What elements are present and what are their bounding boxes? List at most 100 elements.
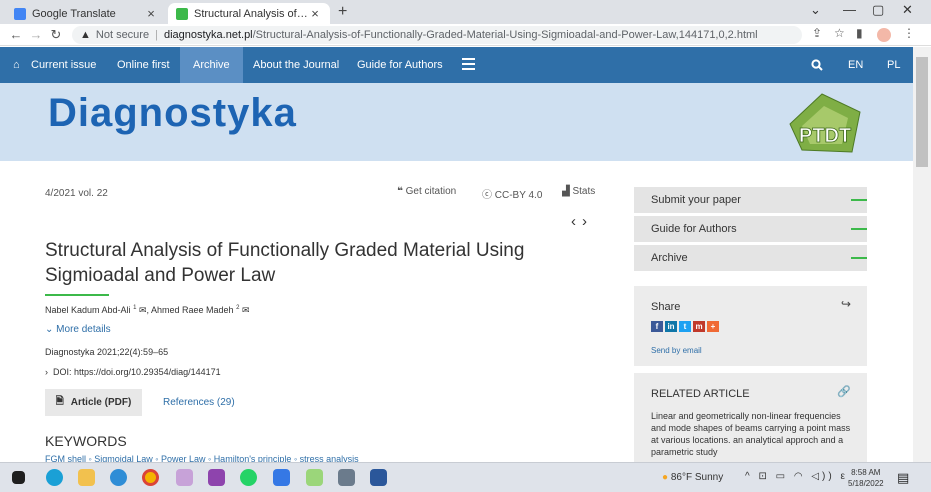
- reload-button[interactable]: ↻: [46, 27, 66, 43]
- share-icon[interactable]: ⇪: [812, 26, 822, 40]
- references-tab[interactable]: References (29): [163, 397, 235, 408]
- facebook-icon[interactable]: f: [651, 321, 663, 332]
- notifications-icon[interactable]: ▤: [897, 470, 909, 486]
- whatsapp-icon[interactable]: [240, 469, 257, 486]
- tab-google-translate[interactable]: Google Translate ×: [6, 3, 166, 24]
- linkedin-icon[interactable]: in: [665, 321, 677, 332]
- lang-pl[interactable]: PL: [887, 47, 900, 83]
- previous-article-icon[interactable]: ‹: [571, 213, 582, 230]
- mail-icon[interactable]: ✉: [139, 305, 147, 315]
- google-translate-icon: [14, 7, 26, 20]
- system-clock[interactable]: 8:58 AM 5/18/2022: [848, 467, 884, 489]
- back-button[interactable]: ←: [6, 27, 26, 42]
- address-bar-row: ← → ↻ ▲ Not secure | diagnostyka.net.pl …: [0, 24, 931, 46]
- sun-icon: ●: [662, 472, 669, 483]
- security-label: Not secure: [95, 29, 150, 41]
- onenote-icon[interactable]: [208, 469, 225, 486]
- doi-line[interactable]: › DOI: https://doi.org/10.29354/diag/144…: [45, 367, 221, 377]
- messenger-icon[interactable]: [273, 469, 290, 486]
- minimize-button[interactable]: —: [843, 2, 856, 17]
- site-navigation: ⌂ Current issue Online first Archive Abo…: [0, 47, 913, 83]
- author-name[interactable]: Nabel Kadum Abd-Ali: [45, 305, 131, 315]
- nav-current-issue[interactable]: Current issue: [31, 47, 96, 83]
- link-icon[interactable]: 🔗: [837, 385, 851, 398]
- related-title: RELATED ARTICLE: [651, 388, 750, 400]
- system-tray-icons[interactable]: ^ ⊡ ▭ ◠ ◁)) ε: [745, 471, 848, 482]
- share-icons: f in t m +: [651, 321, 719, 332]
- notepad-icon[interactable]: [306, 469, 323, 486]
- keyword-link[interactable]: Sigmoidal Law: [94, 454, 153, 462]
- keyword-link[interactable]: Hamilton's principle: [214, 454, 292, 462]
- hamburger-menu-icon[interactable]: [462, 58, 475, 70]
- new-tab-button[interactable]: +: [338, 3, 347, 21]
- keyword-link[interactable]: Power Law: [161, 454, 206, 462]
- sidebar-link-label: Submit your paper: [651, 194, 741, 206]
- twitter-icon[interactable]: t: [679, 321, 691, 332]
- share-panel: Share ↪ f in t m + Send by email: [634, 286, 867, 366]
- mendeley-icon[interactable]: m: [693, 321, 705, 332]
- chrome-icon[interactable]: [142, 469, 159, 486]
- stats-button[interactable]: ▟ Stats: [562, 186, 595, 197]
- pdf-button-label: Article (PDF): [70, 397, 132, 408]
- close-window-button[interactable]: ✕: [902, 2, 913, 18]
- forward-button[interactable]: →: [26, 27, 46, 42]
- nav-online-first[interactable]: Online first: [117, 47, 170, 83]
- quote-icon: ❝: [397, 186, 403, 197]
- share-arrow-icon[interactable]: ↪: [841, 297, 851, 311]
- share-title: Share: [651, 301, 681, 313]
- paint-icon[interactable]: [176, 469, 193, 486]
- word-icon[interactable]: [370, 469, 387, 486]
- warning-icon: ▲: [80, 29, 91, 41]
- search-icon[interactable]: [811, 47, 823, 83]
- author-affiliation: 1: [133, 305, 137, 311]
- stats-label: Stats: [572, 186, 596, 197]
- sidebar-submit-paper[interactable]: Submit your paper: [634, 187, 867, 213]
- addthis-icon[interactable]: +: [707, 321, 719, 332]
- license-link[interactable]: ⓒ CC-BY 4.0: [482, 186, 542, 201]
- maximize-button[interactable]: ▢: [872, 2, 884, 18]
- keyword-link[interactable]: FGM shell: [45, 454, 86, 462]
- calculator-icon[interactable]: [338, 469, 355, 486]
- related-article-link[interactable]: Linear and geometrically non-linear freq…: [651, 410, 856, 458]
- clock-time: 8:58 AM: [851, 468, 881, 477]
- weather-widget[interactable]: ● 86°F Sunny: [662, 472, 723, 483]
- file-explorer-icon[interactable]: [78, 469, 95, 486]
- clock-date: 5/18/2022: [848, 479, 884, 488]
- scrollbar-thumb[interactable]: [916, 57, 928, 167]
- sidebar-archive[interactable]: Archive: [634, 245, 867, 271]
- home-icon[interactable]: ⌂: [13, 47, 20, 83]
- more-details-toggle[interactable]: ⌄ More details: [45, 324, 111, 335]
- close-tab-icon[interactable]: ×: [308, 6, 322, 21]
- issue-label: 4/2021 vol. 22: [45, 188, 108, 199]
- telegram-icon[interactable]: [110, 469, 127, 486]
- tab-search-icon[interactable]: ⌄: [810, 2, 821, 18]
- journal-logo-text[interactable]: Diagnostyka: [48, 91, 297, 136]
- nav-archive[interactable]: Archive: [180, 47, 243, 83]
- next-article-icon[interactable]: ›: [582, 213, 593, 230]
- lang-en[interactable]: EN: [848, 47, 863, 83]
- bookmark-star-icon[interactable]: ☆: [834, 26, 845, 40]
- url-path: /Structural-Analysis-of-Functionally-Gra…: [252, 29, 758, 41]
- windows-start-icon[interactable]: [12, 471, 25, 484]
- tab-structural-analysis[interactable]: Structural Analysis of Functionally ×: [168, 3, 330, 24]
- nav-about-journal[interactable]: About the Journal: [253, 47, 339, 83]
- author-name[interactable]: Ahmed Raee Madeh: [151, 305, 234, 315]
- send-by-email-link[interactable]: Send by email: [651, 346, 702, 355]
- close-tab-icon[interactable]: ×: [144, 6, 158, 21]
- url-field[interactable]: ▲ Not secure | diagnostyka.net.pl /Struc…: [72, 26, 802, 44]
- browser-tab-bar: Google Translate × Structural Analysis o…: [0, 0, 931, 24]
- side-panel-icon[interactable]: ▮: [856, 26, 863, 40]
- sidebar-guide-for-authors[interactable]: Guide for Authors: [634, 216, 867, 242]
- get-citation-button[interactable]: ❝ Get citation: [397, 186, 456, 197]
- profile-avatar[interactable]: [877, 28, 891, 42]
- article-pdf-button[interactable]: 🗎 Article (PDF): [45, 389, 142, 416]
- keyword-link[interactable]: stress analysis: [300, 454, 359, 462]
- menu-kebab-icon[interactable]: ⋮: [903, 26, 915, 40]
- mail-icon[interactable]: ✉: [242, 305, 250, 315]
- edge-icon[interactable]: [46, 469, 63, 486]
- sidebar-link-label: Archive: [651, 252, 688, 264]
- article-pager: ‹›: [571, 213, 593, 230]
- nav-guide-for-authors[interactable]: Guide for Authors: [357, 47, 443, 83]
- page-scrollbar[interactable]: [913, 47, 931, 462]
- url-host: diagnostyka.net.pl: [163, 29, 253, 41]
